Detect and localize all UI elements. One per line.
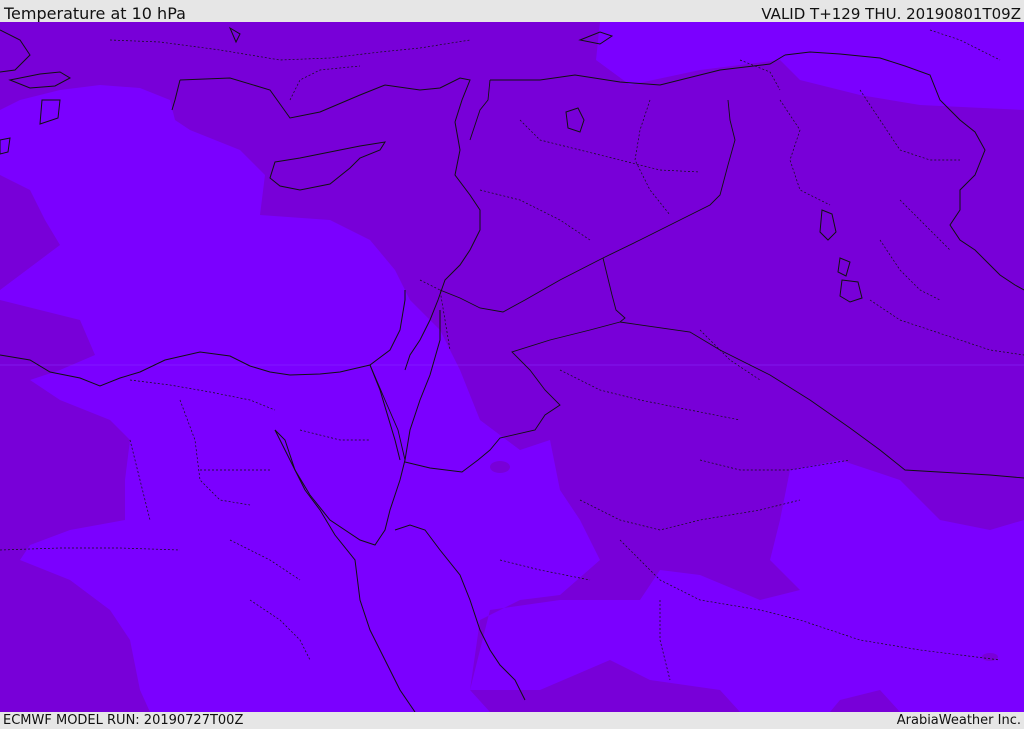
header-bar: Temperature at 10 hPa VALID T+129 THU. 2…	[0, 0, 1024, 23]
valid-time-label: VALID T+129 THU. 20190801T09Z	[761, 5, 1021, 23]
model-run-label: ECMWF MODEL RUN: 20190727T00Z	[3, 713, 244, 728]
footer-bar: ECMWF MODEL RUN: 20190727T00Z ArabiaWeat…	[0, 712, 1024, 729]
map-title: Temperature at 10 hPa	[4, 4, 186, 23]
temperature-map	[0, 22, 1024, 712]
darker-blob-2	[982, 653, 998, 661]
map-panel	[0, 22, 1024, 712]
credit-label: ArabiaWeather Inc.	[896, 713, 1021, 728]
darker-blob-1	[490, 461, 510, 473]
